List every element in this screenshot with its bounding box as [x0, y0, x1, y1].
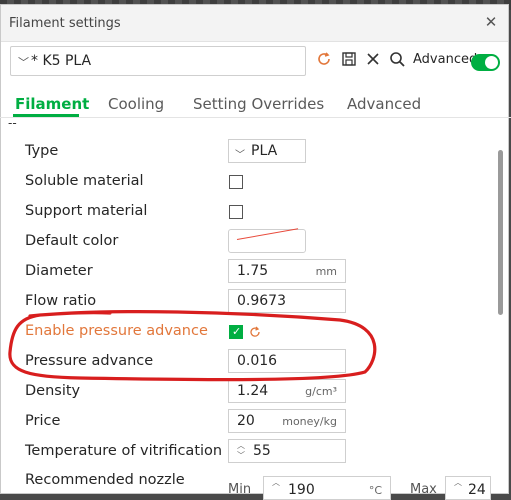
reset-icon[interactable]	[316, 50, 334, 68]
tab-setting-overrides[interactable]: Setting Overrides	[193, 95, 324, 113]
type-value: PLA	[251, 143, 278, 159]
spin-arrows-icon: ︿	[454, 478, 462, 487]
tab-cooling[interactable]: Cooling	[108, 95, 164, 113]
default-color-label: Default color	[25, 233, 119, 249]
recommended-nozzle-label: Recommended nozzle	[25, 472, 185, 488]
vitrification-value: 55	[253, 443, 271, 459]
flow-ratio-input[interactable]: 0.9673	[228, 289, 346, 313]
preset-name: * K5 PLA	[31, 53, 92, 69]
nozzle-max-spinbox[interactable]: ︿ 24	[445, 476, 491, 500]
flow-ratio-value: 0.9673	[237, 293, 286, 309]
pressure-advance-input[interactable]: 0.016	[228, 349, 346, 373]
type-dropdown[interactable]: ﹀ PLA	[228, 139, 306, 163]
support-material-checkbox[interactable]	[229, 205, 243, 219]
section-marker: --	[8, 116, 17, 130]
nozzle-min-unit: °C	[368, 484, 382, 497]
vitrification-spinbox[interactable]: ︿ ﹀ 55	[228, 439, 346, 463]
reset-icon[interactable]	[248, 325, 262, 339]
soluble-material-label: Soluble material	[25, 173, 144, 189]
check-icon: ✓	[232, 325, 242, 338]
type-label: Type	[25, 143, 59, 159]
diameter-input[interactable]: 1.75 mm	[228, 259, 346, 283]
save-icon[interactable]	[340, 50, 358, 68]
density-input[interactable]: 1.24 g/cm³	[228, 379, 346, 403]
diameter-value: 1.75	[237, 263, 269, 279]
pressure-advance-value: 0.016	[237, 353, 278, 369]
window-title: Filament settings	[9, 16, 121, 31]
preset-dropdown[interactable]: ﹀ * K5 PLA	[10, 46, 306, 76]
nozzle-min-value: 190	[288, 482, 315, 498]
diameter-label: Diameter	[25, 263, 93, 279]
advanced-toggle[interactable]	[471, 54, 500, 71]
chevron-down-icon: ﹀	[18, 56, 29, 69]
density-value: 1.24	[237, 383, 269, 399]
density-unit: g/cm³	[305, 385, 337, 398]
close-icon[interactable]: ✕	[482, 13, 500, 31]
title-bar: Filament settings ✕	[1, 5, 508, 42]
tab-divider	[0, 117, 511, 118]
density-label: Density	[25, 383, 81, 399]
soluble-material-checkbox[interactable]	[229, 175, 243, 189]
chevron-down-icon: ﹀	[235, 150, 245, 161]
flow-ratio-label: Flow ratio	[25, 293, 97, 309]
tab-filament[interactable]: Filament	[15, 95, 89, 113]
toggle-knob	[485, 56, 498, 69]
advanced-toggle-label: Advanced	[413, 52, 478, 67]
nozzle-min-label: Min	[228, 482, 252, 497]
spin-arrows-icon: ︿ ﹀	[237, 441, 245, 460]
default-color-swatch[interactable]	[228, 228, 306, 253]
support-material-label: Support material	[25, 203, 148, 219]
scrollbar-thumb[interactable]	[498, 150, 503, 315]
nozzle-max-label: Max	[410, 482, 437, 497]
delete-icon[interactable]	[364, 50, 382, 68]
enable-pressure-advance-label: Enable pressure advance	[25, 323, 208, 339]
enable-pressure-advance-checkbox[interactable]: ✓	[229, 325, 243, 339]
nozzle-min-spinbox[interactable]: ︿ 190 °C	[263, 476, 391, 500]
price-value: 20	[237, 413, 255, 429]
tab-advanced[interactable]: Advanced	[347, 95, 421, 113]
diameter-unit: mm	[315, 265, 337, 278]
search-icon[interactable]	[388, 50, 406, 68]
pressure-advance-label: Pressure advance	[25, 353, 154, 369]
spin-arrows-icon: ︿	[272, 478, 280, 487]
vitrification-label: Temperature of vitrification	[25, 443, 223, 459]
price-label: Price	[25, 413, 61, 429]
color-indicator	[236, 228, 299, 240]
nozzle-max-value: 24	[468, 482, 486, 498]
price-unit: money/kg	[282, 415, 337, 428]
price-input[interactable]: 20 money/kg	[228, 409, 346, 433]
